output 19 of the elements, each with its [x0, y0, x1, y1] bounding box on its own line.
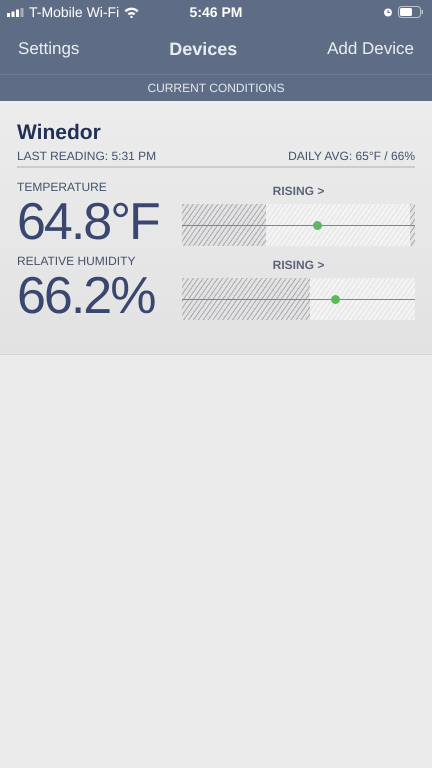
metric-value: 66.2%	[17, 268, 156, 324]
settings-button[interactable]: Settings	[18, 39, 80, 59]
battery-icon	[398, 6, 424, 18]
metric-label: RELATIVE HUMIDITY	[17, 254, 136, 268]
trend-label: RISING >	[272, 258, 324, 272]
wifi-icon	[124, 6, 140, 18]
carrier-name: T-Mobile Wi-Fi	[29, 4, 120, 20]
signal-icon	[7, 8, 24, 16]
last-reading: LAST READING: 5:31 PM	[17, 149, 156, 163]
add-device-button[interactable]: Add Device	[327, 39, 414, 59]
alarm-icon	[383, 7, 393, 17]
section-header: CURRENT CONDITIONS	[146, 80, 286, 97]
daily-average: DAILY AVG: 65°F / 66%	[288, 149, 415, 163]
device-name: Winedor	[17, 121, 102, 145]
status-time: 5:46 PM	[190, 4, 242, 20]
trend-label: RISING >	[272, 184, 324, 198]
screen-title: Devices	[169, 38, 238, 60]
metric-label: TEMPERATURE	[17, 180, 108, 194]
metric-value: 64.8°F	[17, 194, 160, 250]
